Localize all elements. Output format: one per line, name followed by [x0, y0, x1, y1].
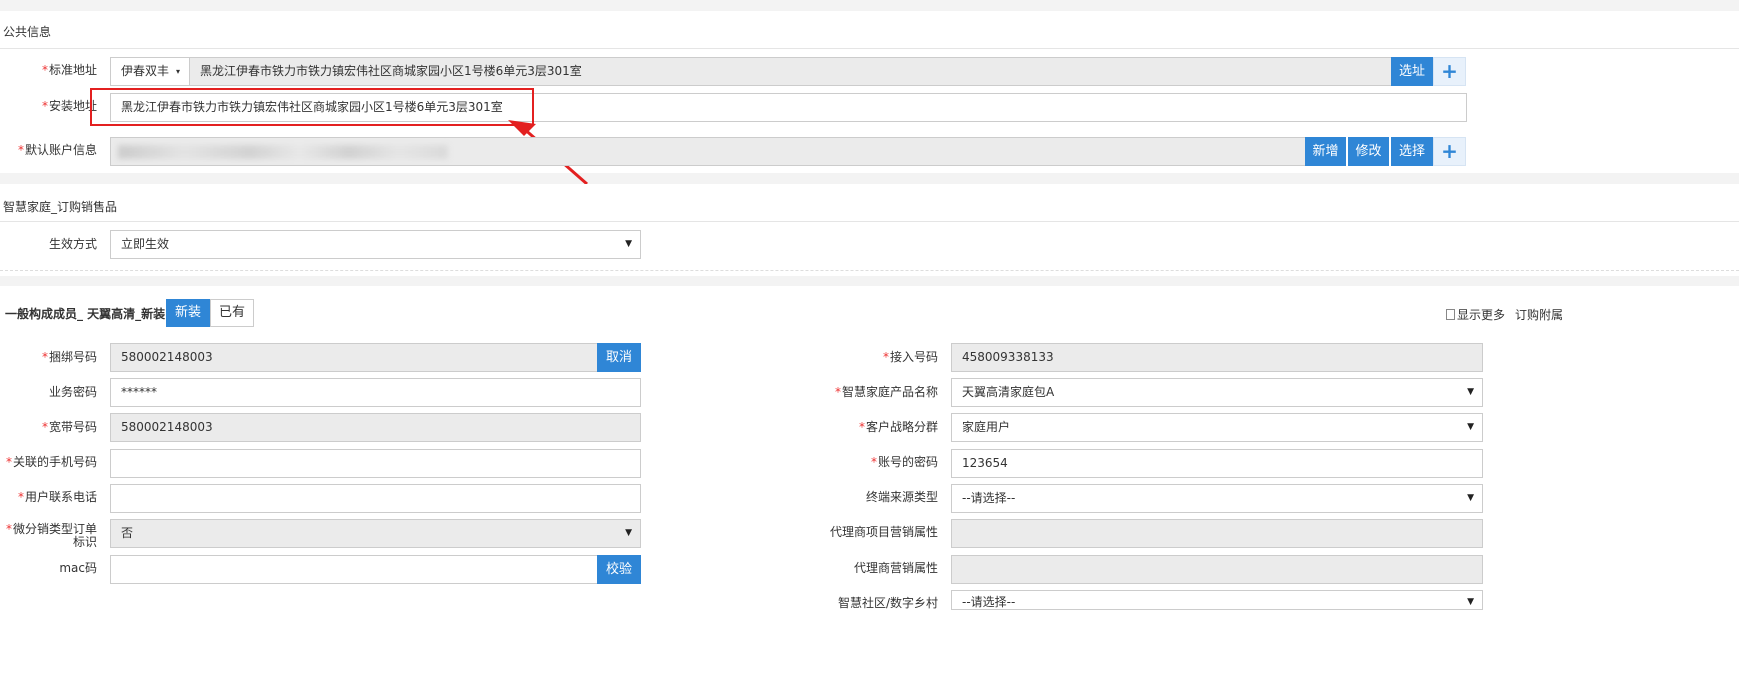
user-phone-input[interactable] [110, 484, 641, 513]
terminal-source-select[interactable]: --请选择-- ▼ [951, 484, 1483, 513]
agent-project-input [951, 519, 1483, 548]
agent-marketing-input [951, 555, 1483, 584]
bind-number-label: *捆绑号码 [41, 350, 97, 364]
caret-down-icon: ▼ [625, 528, 632, 538]
document-icon [1446, 309, 1455, 320]
smart-community-select[interactable]: --请选择-- ▼ [951, 590, 1483, 610]
divider [0, 221, 1739, 222]
access-number-label: *接入号码 [882, 350, 938, 364]
caret-down-icon: ▼ [625, 239, 632, 249]
broadband-label: *宽带号码 [41, 420, 97, 434]
show-more-link[interactable]: 显示更多 [1446, 306, 1505, 323]
add-account-plus-button[interactable]: + [1433, 137, 1466, 166]
tab-existing[interactable]: 已有 [210, 299, 254, 327]
region-select[interactable]: 伊春双丰 ▾ [110, 57, 190, 86]
biz-password-input[interactable]: ****** [110, 378, 641, 407]
add-address-button[interactable]: + [1433, 57, 1466, 86]
edit-account-button[interactable]: 修改 [1348, 137, 1390, 166]
caret-down-icon: ▼ [1467, 493, 1474, 503]
effect-mode-label: 生效方式 [48, 237, 97, 251]
mac-label: mac码 [59, 561, 97, 575]
access-number-input: 458009338133 [951, 343, 1483, 372]
blurred-account-text [118, 145, 448, 159]
bind-number-input: 580002148003 [110, 343, 598, 372]
caret-down-icon: ▾ [175, 67, 180, 76]
caret-down-icon: ▼ [1467, 422, 1474, 432]
product-name-label: *智慧家庭产品名称 [834, 385, 938, 399]
smart-community-label: 智慧社区/数字乡村 [837, 596, 938, 610]
broadband-input: 580002148003 [110, 413, 641, 442]
terminal-source-label: 终端来源类型 [865, 490, 938, 504]
biz-password-label: 业务密码 [48, 385, 97, 399]
caret-down-icon: ▼ [1467, 597, 1474, 607]
agent-project-label: 代理商项目营销属性 [829, 525, 938, 539]
mac-input[interactable] [110, 555, 598, 584]
customer-group-select[interactable]: 家庭用户 ▼ [951, 413, 1483, 442]
micro-sales-select[interactable]: 否 ▼ [110, 519, 641, 548]
caret-down-icon: ▼ [1467, 387, 1474, 397]
select-address-button[interactable]: 选址 [1391, 57, 1433, 86]
section-title-product: 智慧家庭_订购销售品 [3, 200, 118, 214]
agent-marketing-label: 代理商营销属性 [853, 561, 938, 575]
linked-phone-input[interactable] [110, 449, 641, 478]
highlight-box [90, 88, 534, 126]
linked-phone-label: *关联的手机号码 [5, 455, 97, 469]
choose-account-button[interactable]: 选择 [1391, 137, 1433, 166]
divider [0, 48, 1739, 49]
section-title-public: 公共信息 [3, 25, 52, 39]
cancel-bind-button[interactable]: 取消 [597, 343, 641, 372]
account-password-input[interactable]: 123654 [951, 449, 1483, 478]
effect-mode-select[interactable]: 立即生效 ▼ [110, 230, 641, 259]
tab-new-install[interactable]: 新装 [166, 299, 210, 327]
verify-mac-button[interactable]: 校验 [597, 555, 641, 584]
std-address-label: *标准地址 [41, 63, 97, 77]
customer-group-label: *客户战略分群 [858, 420, 938, 434]
install-address-label: *安装地址 [41, 99, 97, 113]
section-title-member: 一般构成成员_ 天翼高清_新装 [5, 307, 166, 321]
dashed-divider [0, 270, 1739, 271]
micro-sales-label: *微分销类型订单标识 [5, 522, 97, 549]
user-phone-label: *用户联系电话 [17, 490, 97, 504]
std-address-input: 黑龙江伊春市铁力市铁力镇宏伟社区商城家园小区1号楼6单元3层301室 [189, 57, 1392, 86]
default-account-label: *默认账户信息 [17, 143, 97, 157]
add-account-button[interactable]: 新增 [1305, 137, 1347, 166]
account-password-label: *账号的密码 [870, 455, 938, 469]
order-attach-link[interactable]: 订购附属 [1515, 306, 1563, 323]
product-name-select[interactable]: 天翼高清家庭包A ▼ [951, 378, 1483, 407]
